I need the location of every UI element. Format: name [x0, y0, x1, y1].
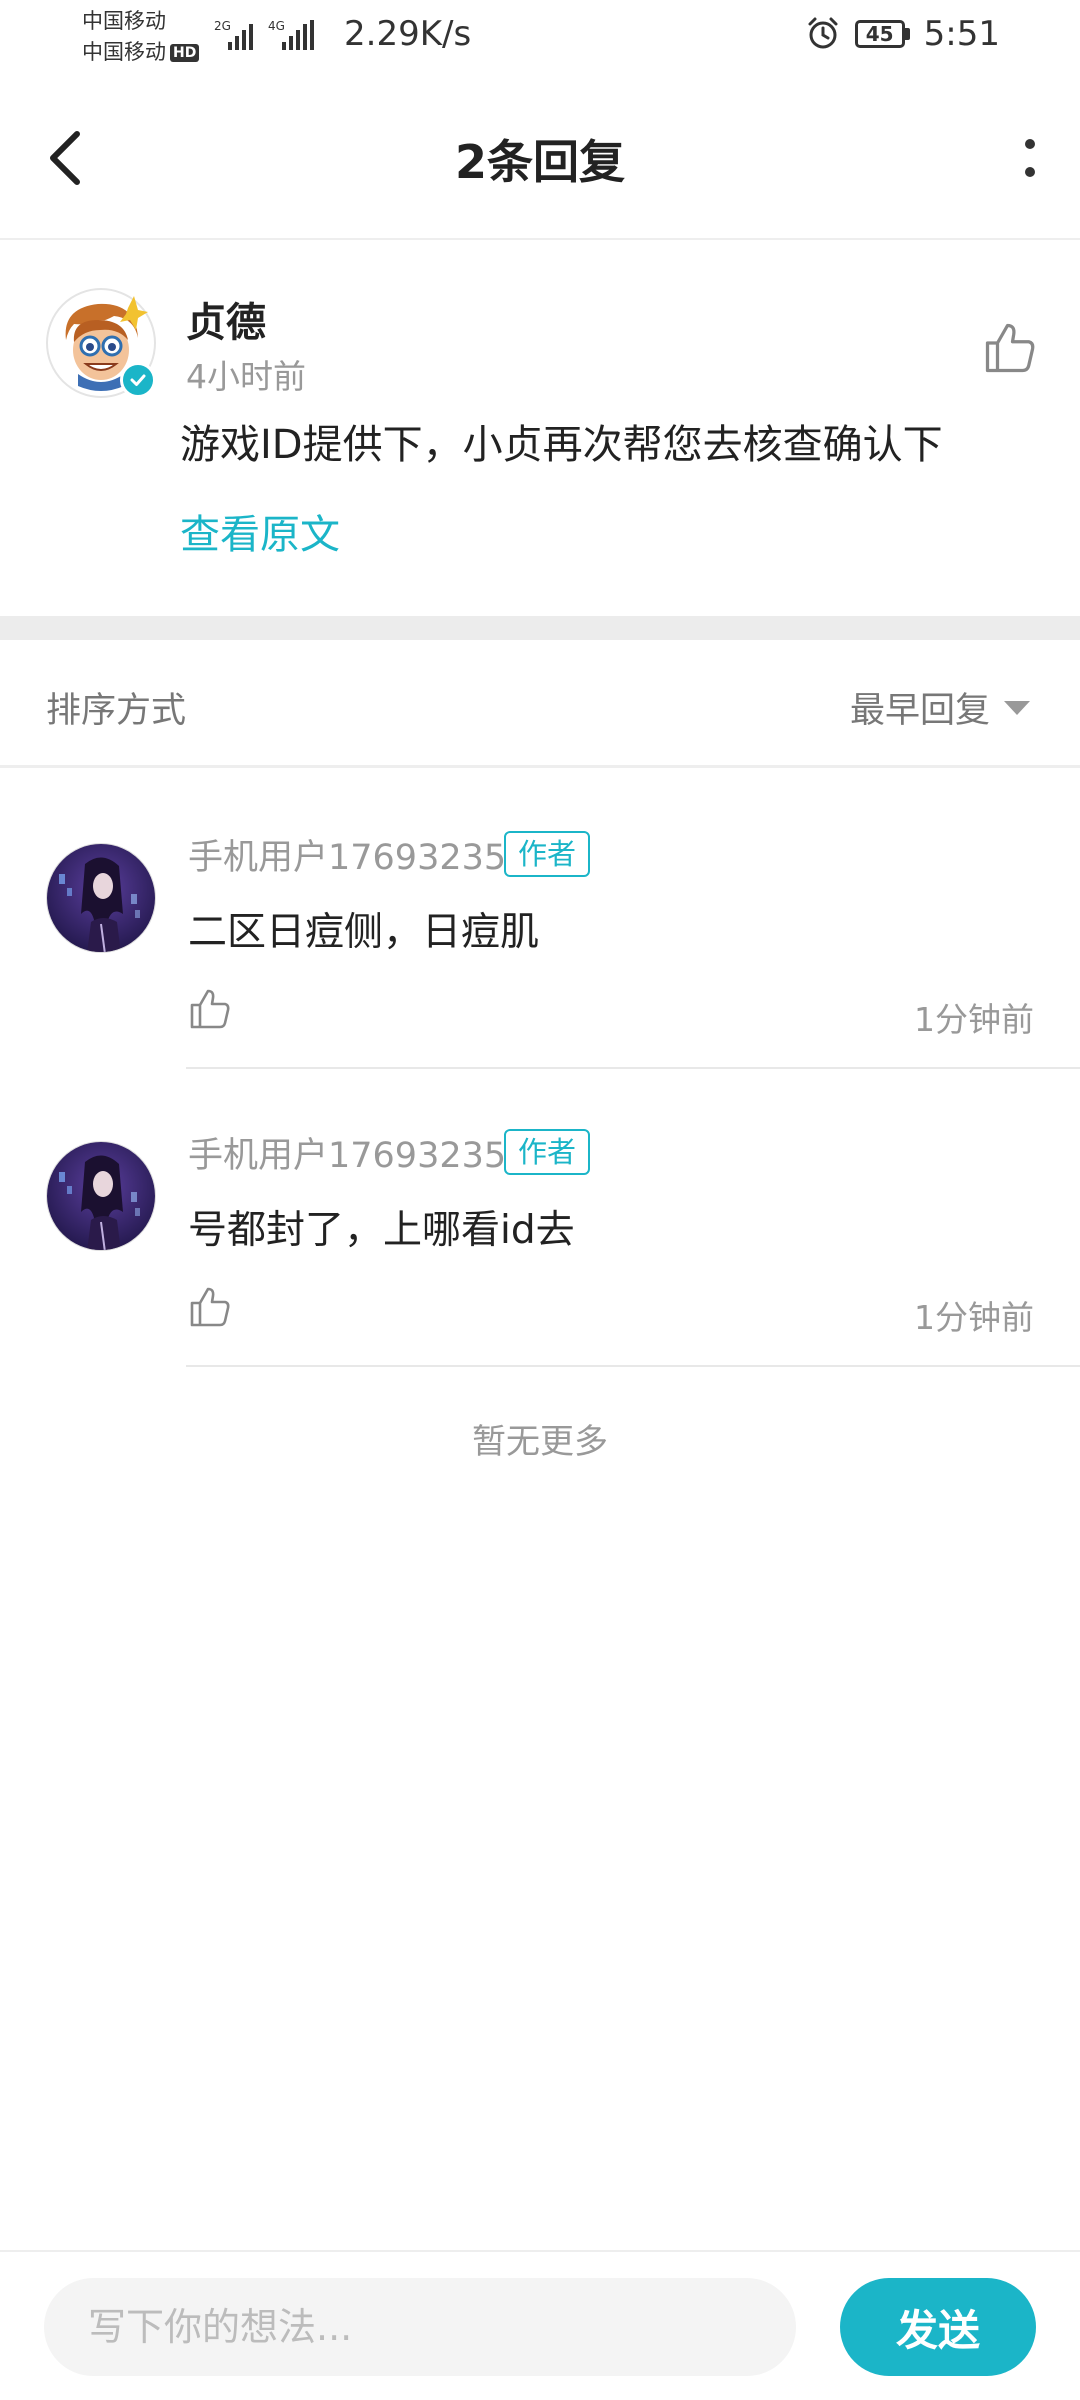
thumbs-up-icon	[985, 323, 1035, 373]
view-original-link[interactable]: 查看原文	[180, 502, 340, 560]
carrier-1-label: 中国移动	[82, 9, 166, 33]
more-vertical-icon	[1025, 139, 1035, 177]
carrier-2-row: 中国移动 HD	[82, 37, 200, 68]
status-right-group: 45 5:51	[805, 14, 1000, 54]
battery-level: 45	[854, 20, 905, 48]
battery-tip	[904, 28, 910, 40]
comment-time: 4小时前	[186, 357, 306, 396]
sort-bar: 排序方式 最早回复	[0, 640, 1080, 768]
page-title: 2条回复	[454, 135, 625, 189]
comment-text: 游戏ID提供下，小贞再次帮您去核查确认下	[180, 422, 943, 468]
caret-down-icon	[1004, 700, 1030, 715]
sort-label: 排序方式	[46, 691, 187, 731]
sort-dropdown[interactable]: 最早回复	[850, 682, 1030, 733]
net-type-1-label: 2G	[214, 19, 231, 33]
clock: 5:51	[923, 14, 1000, 54]
section-divider	[0, 616, 1080, 640]
thumbs-up-icon	[190, 989, 230, 1029]
reply-content: 二区日痘侧，日痘肌	[188, 910, 540, 955]
sort-selected-value: 最早回复	[849, 691, 990, 731]
carrier-2-label: 中国移动	[82, 40, 166, 64]
reply-separator	[186, 1365, 1080, 1367]
reply-content: 号都封了，上哪看id去	[188, 1208, 575, 1253]
reply-username[interactable]: 手机用户17693235	[188, 1127, 506, 1178]
network-speed: 2.29K/s	[344, 14, 472, 54]
status-bar: 中国移动 中国移动 HD 2G 4G 2.29K/s 45 5:51	[0, 0, 1080, 74]
verified-badge-icon	[120, 362, 156, 398]
author-tag: 作者	[504, 831, 591, 877]
reply-time: 1分钟前	[914, 1298, 1034, 1337]
reply-item: 手机用户17693235 作者 号都封了，上哪看id去 1分钟前	[0, 1069, 1080, 1367]
anime-avatar-icon	[47, 844, 155, 952]
signal-icon: 2G 4G	[212, 18, 332, 56]
reply-like-button[interactable]	[186, 985, 236, 1035]
hd-badge: HD	[170, 44, 200, 62]
reply-item: 手机用户17693235 作者 二区日痘侧，日痘肌 1分钟前	[0, 771, 1080, 1069]
comment-input-bar: 发送	[0, 2250, 1080, 2400]
battery-icon: 45	[854, 20, 910, 48]
user-avatar[interactable]	[46, 843, 156, 953]
carrier-info: 中国移动 中国移动 HD	[82, 6, 200, 68]
author-avatar[interactable]	[46, 288, 156, 398]
original-comment: 贞德 4小时前 游戏ID提供下，小贞再次帮您去核查确认下 查看原文	[0, 240, 1080, 616]
send-button[interactable]: 发送	[840, 2278, 1036, 2376]
alarm-icon	[808, 17, 838, 49]
like-button[interactable]	[980, 318, 1040, 378]
reply-time: 1分钟前	[914, 1000, 1034, 1039]
thumbs-up-icon	[190, 1287, 230, 1327]
reply-username[interactable]: 手机用户17693235	[188, 829, 506, 880]
user-avatar[interactable]	[46, 1141, 156, 1251]
reply-like-button[interactable]	[186, 1283, 236, 1333]
author-tag: 作者	[504, 1129, 591, 1175]
net-type-2-label: 4G	[268, 19, 285, 33]
author-name[interactable]: 贞德	[186, 290, 266, 348]
comment-input[interactable]	[44, 2278, 796, 2376]
no-more-indicator: 暂无更多	[472, 1422, 608, 1462]
top-app-bar: 2条回复	[0, 74, 1080, 240]
more-options-button[interactable]	[1000, 118, 1060, 198]
anime-avatar-icon	[47, 1142, 155, 1250]
